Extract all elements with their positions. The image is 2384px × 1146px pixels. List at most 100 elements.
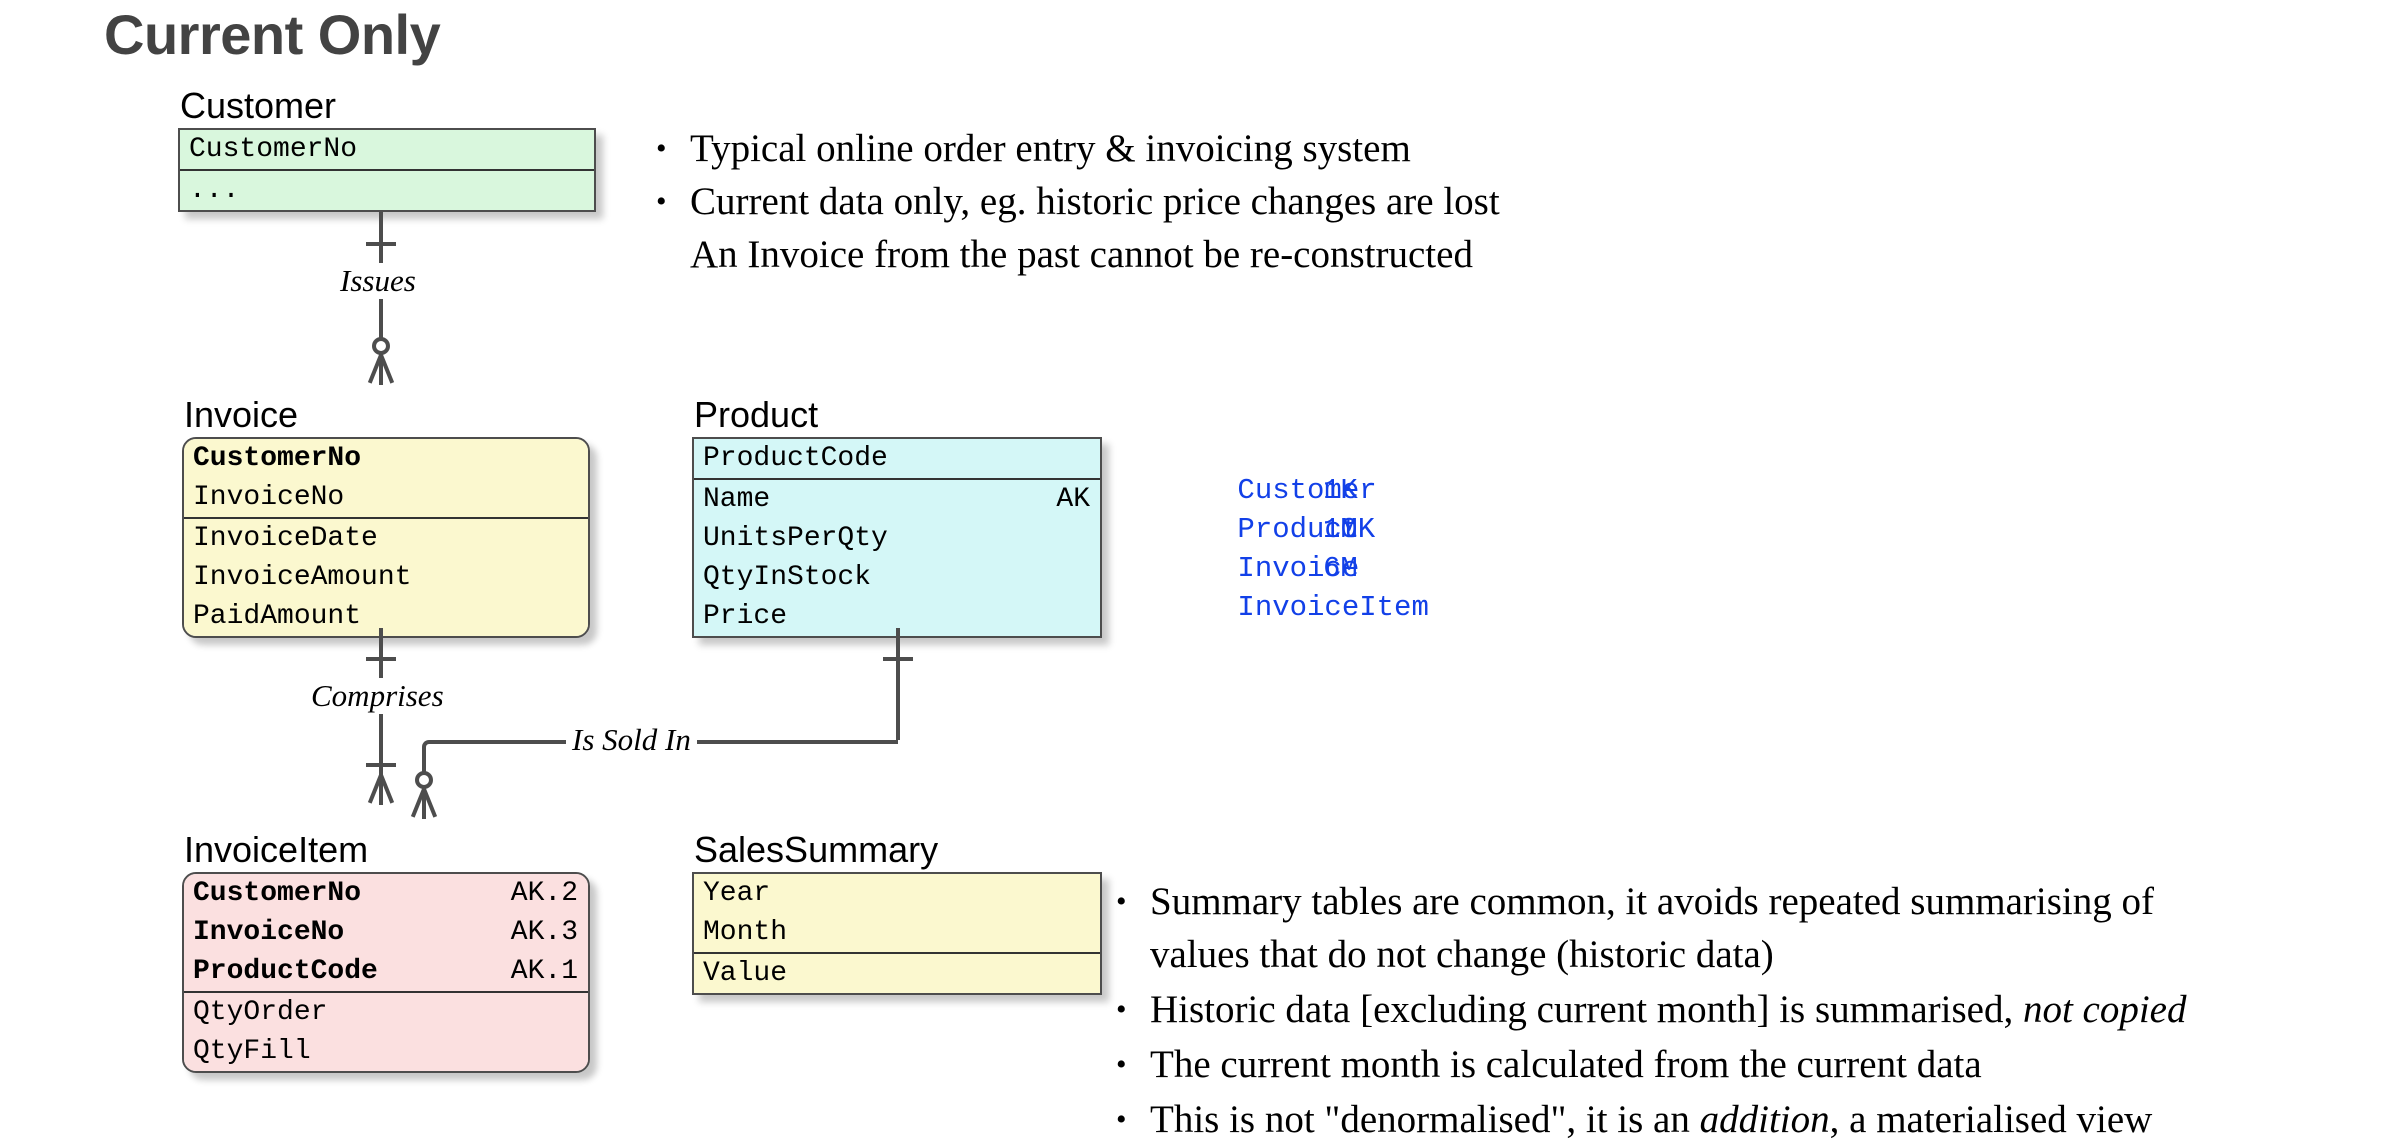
attribute-label: InvoiceDate: [193, 523, 378, 554]
entity-salessummary-title: SalesSummary: [694, 831, 938, 872]
attribute-row[interactable]: PaidAmount: [184, 597, 588, 636]
table-volumes-list: Customer 10K Product 1K Invoice 1M Invoi…: [1133, 432, 1429, 588]
attribute-label: PaidAmount: [193, 601, 361, 632]
key-attribute-group: ProductCode: [694, 439, 1100, 478]
attribute-label: Price: [703, 601, 787, 632]
attribute-row[interactable]: ...: [180, 171, 594, 210]
volume-row: Invoice 1M: [1133, 510, 1429, 549]
list-item: Historic data [excluding current month] …: [1150, 983, 2187, 1036]
attribute-row[interactable]: Month: [694, 913, 1100, 952]
key-attribute-group: CustomerNo InvoiceNo: [184, 439, 588, 517]
relationship-issues-one-tick: [366, 242, 396, 246]
attribute-label: InvoiceNo: [193, 482, 344, 513]
nonkey-attribute-group: InvoiceDate InvoiceAmount PaidAmount: [184, 517, 588, 636]
attribute-row[interactable]: CustomerNo: [180, 130, 594, 169]
attribute-row[interactable]: Year: [694, 874, 1100, 913]
relationship-comprises-label: Comprises: [305, 678, 450, 714]
note-line-historic: Historic data [excluding current month] …: [1150, 983, 2187, 1036]
note-emphasis: addition: [1700, 1098, 1830, 1141]
notes-top-list: Typical online order entry & invoicing s…: [690, 122, 1500, 281]
entity-customer-box: CustomerNo ...: [178, 128, 596, 212]
note-line: An Invoice from the past cannot be re-co…: [690, 228, 1500, 281]
entity-product-title: Product: [694, 396, 818, 437]
note-line: values that do not change (historic data…: [1150, 928, 2187, 981]
attribute-label: ...: [189, 175, 239, 206]
attribute-label: Year: [703, 878, 770, 909]
attribute-label: CustomerNo: [193, 878, 361, 909]
entity-invoiceitem-title: InvoiceItem: [184, 831, 368, 872]
nonkey-attribute-group: QtyOrder QtyFill: [184, 991, 588, 1071]
attribute-row[interactable]: CustomerNo AK.2: [184, 874, 588, 913]
note-line: Current data only, eg. historic price ch…: [690, 175, 1500, 228]
relationship-comprises-mandatory-tick: [366, 763, 396, 767]
attribute-label: UnitsPerQty: [703, 523, 888, 554]
entity-invoice[interactable]: Invoice CustomerNo InvoiceNo InvoiceDate…: [182, 437, 590, 638]
entity-invoice-title: Invoice: [184, 396, 298, 437]
entity-salessummary[interactable]: SalesSummary Year Month Value: [692, 872, 1102, 995]
note-line: Typical online order entry & invoicing s…: [690, 122, 1500, 175]
relationship-issues-crowfoot: [361, 355, 401, 385]
volume-row: InvoiceItem 6M: [1133, 549, 1429, 588]
note-line: Summary tables are common, it avoids rep…: [1150, 875, 2187, 928]
alternate-key-marker: AK: [1056, 480, 1090, 519]
relationship-issoldin-label: Is Sold In: [566, 722, 697, 758]
attribute-label: QtyFill: [193, 1036, 311, 1067]
entity-customer-title: Customer: [180, 87, 336, 128]
nonkey-attribute-group: ...: [180, 169, 594, 210]
relationship-issoldin-optional-ring: [415, 771, 433, 789]
entity-salessummary-box: Year Month Value: [692, 872, 1102, 995]
volume-count: 1K: [1323, 471, 1358, 510]
key-attribute-group: CustomerNo: [180, 130, 594, 169]
relationship-comprises-one-tick: [366, 657, 396, 661]
list-item: This is not "denormalised", it is an add…: [1150, 1093, 2187, 1146]
volume-table-name: InvoiceItem: [1237, 591, 1428, 624]
entity-invoice-box: CustomerNo InvoiceNo InvoiceDate Invoice…: [182, 437, 590, 638]
attribute-label: CustomerNo: [193, 443, 361, 474]
entity-invoiceitem[interactable]: InvoiceItem CustomerNo AK.2 InvoiceNo AK…: [182, 872, 590, 1073]
attribute-label: CustomerNo: [189, 134, 357, 165]
attribute-label: Value: [703, 958, 787, 989]
entity-product-box: ProductCode Name AK UnitsPerQty QtyInSto…: [692, 437, 1102, 638]
relationship-issoldin-vline-product: [896, 628, 900, 740]
key-attribute-group: Year Month: [694, 874, 1100, 952]
attribute-label: Name: [703, 484, 770, 515]
relationship-issoldin-one-tick: [883, 657, 913, 661]
nonkey-attribute-group: Value: [694, 952, 1100, 993]
attribute-label: Month: [703, 917, 787, 948]
attribute-label: ProductCode: [193, 956, 378, 987]
volume-count: 1M: [1323, 510, 1358, 549]
key-attribute-group: CustomerNo AK.2 InvoiceNo AK.3 ProductCo…: [184, 874, 588, 991]
page-title: Current Only: [104, 2, 440, 67]
attribute-row[interactable]: QtyInStock: [694, 558, 1100, 597]
attribute-row[interactable]: UnitsPerQty: [694, 519, 1100, 558]
relationship-issoldin-crowfoot: [404, 789, 444, 819]
attribute-row[interactable]: CustomerNo: [184, 439, 588, 478]
alternate-key-marker: AK.2: [511, 874, 578, 913]
notes-top: Typical online order entry & invoicing s…: [690, 122, 1500, 281]
list-item: Summary tables are common, it avoids rep…: [1150, 875, 2187, 981]
attribute-row[interactable]: Value: [694, 954, 1100, 993]
attribute-row[interactable]: InvoiceDate: [184, 519, 588, 558]
list-item: Typical online order entry & invoicing s…: [690, 122, 1500, 175]
attribute-label: InvoiceAmount: [193, 562, 411, 593]
entity-product[interactable]: Product ProductCode Name AK UnitsPerQty …: [692, 437, 1102, 638]
alternate-key-marker: AK.1: [511, 952, 578, 991]
list-item: The current month is calculated from the…: [1150, 1038, 2187, 1091]
volume-row: Product 1K: [1133, 471, 1429, 510]
note-emphasis: not copied: [2023, 988, 2187, 1031]
attribute-row[interactable]: ProductCode: [694, 439, 1100, 478]
alternate-key-marker: AK.3: [511, 913, 578, 952]
attribute-label: QtyOrder: [193, 997, 327, 1028]
attribute-row[interactable]: Name AK: [694, 480, 1100, 519]
attribute-row[interactable]: InvoiceAmount: [184, 558, 588, 597]
attribute-row[interactable]: ProductCode AK.1: [184, 952, 588, 991]
attribute-row[interactable]: QtyOrder: [184, 993, 588, 1032]
entity-customer[interactable]: Customer CustomerNo ...: [178, 128, 596, 212]
nonkey-attribute-group: Name AK UnitsPerQty QtyInStock Price: [694, 478, 1100, 636]
notes-bottom-list: Summary tables are common, it avoids rep…: [1150, 875, 2187, 1146]
attribute-row[interactable]: QtyFill: [184, 1032, 588, 1071]
attribute-row[interactable]: InvoiceNo AK.3: [184, 913, 588, 952]
attribute-label: InvoiceNo: [193, 917, 344, 948]
attribute-row[interactable]: InvoiceNo: [184, 478, 588, 517]
notes-bottom: Summary tables are common, it avoids rep…: [1150, 875, 2187, 1146]
